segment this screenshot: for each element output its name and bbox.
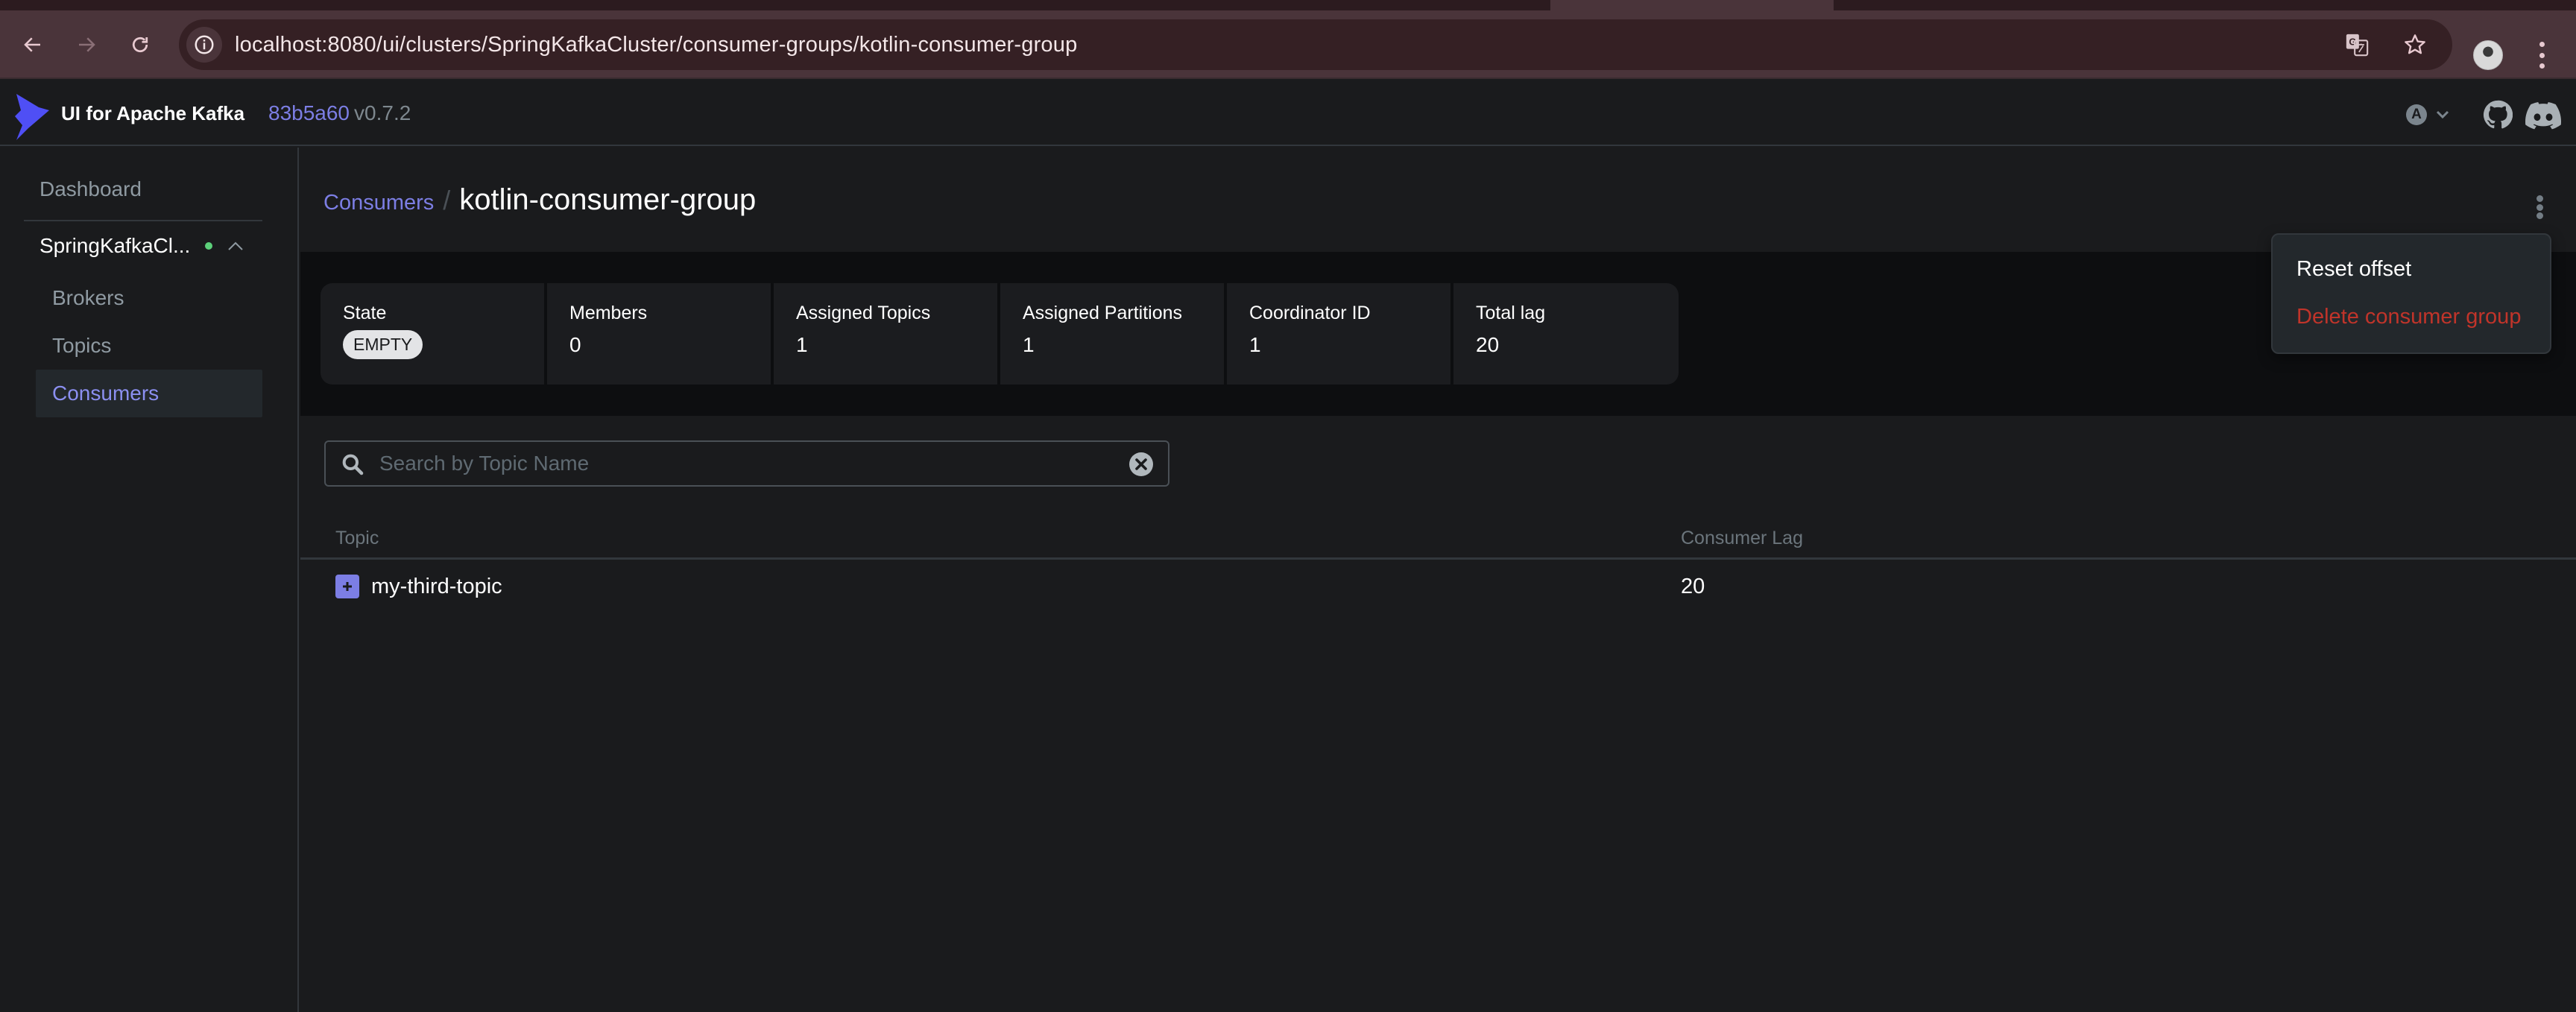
metric-value: 1 [1023,333,1035,356]
actions-dropdown-menu: Reset offset Delete consumer group [2271,233,2551,354]
metric-label: Members [569,303,648,323]
bookmark-star-icon [2405,34,2425,54]
metric-label: Coordinator ID [1249,303,1371,323]
metric-coordinator-id: Coordinator ID 1 [1227,283,1450,385]
reset-offset-menu-item[interactable]: Reset offset [2296,257,2411,282]
sidebar-item-brokers[interactable]: Brokers [36,274,262,322]
search-icon [342,454,364,475]
brand-title[interactable]: UI for Apache Kafka [61,80,244,146]
metric-value: 20 [1476,333,1500,356]
sidebar-item-consumers[interactable]: Consumers [36,370,262,417]
metric-value: 1 [1249,333,1261,356]
kebab-menu-icon [2536,195,2543,202]
search-input[interactable] [379,442,1095,485]
discord-icon[interactable] [2525,101,2561,130]
reload-button[interactable] [124,28,157,61]
profile-avatar[interactable] [2473,40,2503,70]
site-info-icon [195,35,214,54]
site-info-button[interactable] [186,27,222,63]
back-icon [24,37,40,52]
browser-menu-button[interactable] [2533,42,2551,69]
metric-members: Members 0 [547,283,771,385]
metric-state: State EMPTY [321,283,544,385]
address-bar[interactable]: localhost:8080/ui/clusters/SpringKafkaCl… [179,19,2452,70]
metric-assigned-topics: Assigned Topics 1 [774,283,997,385]
browser-active-tab[interactable] [1550,0,1834,10]
breadcrumb-consumers-link[interactable]: Consumers [323,191,434,215]
metric-label: Total lag [1476,303,1546,323]
breadcrumb: Consumers / kotlin-consumer-group [323,183,756,217]
reload-icon [132,37,148,53]
metric-value: 0 [569,333,581,356]
chevron-down-icon [2436,110,2449,119]
column-header-topic: Topic [335,528,379,548]
column-header-consumer-lag: Consumer Lag [1681,528,1803,548]
chevron-up-icon [228,241,244,250]
app-navbar: UI for Apache Kafka 83b5a60 v0.7.2 A [0,80,2576,146]
cluster-status-online-icon [205,242,213,250]
user-avatar-icon: A [2406,104,2427,125]
version-label: v0.7.2 [354,101,411,124]
actions-menu-button[interactable] [2532,192,2547,222]
metric-assigned-partitions: Assigned Partitions 1 [1000,283,1224,385]
metric-label: Assigned Partitions [1023,303,1183,323]
sidebar-cluster-toggle[interactable]: SpringKafkaCl... [40,231,244,261]
delete-consumer-group-menu-item[interactable]: Delete consumer group [2296,305,2521,329]
topic-name-cell: my-third-topic [371,575,502,598]
browser-toolbar: localhost:8080/ui/clusters/SpringKafkaCl… [0,10,2576,79]
metric-label: Assigned Topics [796,303,931,323]
kafka-ui-logo-icon[interactable] [13,94,51,140]
table-header: Topic Consumer Lag [300,522,2576,560]
back-button[interactable] [16,28,49,61]
bookmark-button[interactable] [2400,30,2430,60]
browser-menu-icon [2539,42,2545,47]
metric-total-lag: Total lag 20 [1453,283,1679,385]
version-info: 83b5a60 v0.7.2 [268,80,411,146]
breadcrumb-separator: / [443,185,451,215]
clear-search-button[interactable] [1129,452,1153,476]
url-text[interactable]: localhost:8080/ui/clusters/SpringKafkaCl… [235,19,1077,70]
metric-value: 1 [796,333,808,356]
sidebar-item-dashboard[interactable]: Dashboard [40,177,142,201]
status-badge: EMPTY [343,330,423,359]
close-icon [1135,458,1147,470]
commit-link[interactable]: 83b5a60 [268,101,350,124]
metric-label: State [343,303,387,323]
plus-icon [343,582,352,591]
page-header: Consumers / kotlin-consumer-group [300,148,2576,252]
sidebar-divider [24,220,262,221]
metrics-panel: State EMPTY Members 0 Assigned Topics 1 … [300,252,2576,416]
topic-search-field [324,440,1169,487]
translate-icon: G [2346,34,2369,57]
forward-button[interactable] [70,28,103,61]
consumer-lag-cell: 20 [1681,575,1705,598]
forward-icon [79,37,95,52]
user-menu[interactable]: A [2406,104,2449,125]
browser-tab-strip [0,0,2576,10]
cluster-name: SpringKafkaCl... [40,234,191,257]
github-icon[interactable] [2483,100,2513,130]
translate-button[interactable]: G [2342,30,2372,60]
sidebar-item-topics[interactable]: Topics [36,322,262,370]
sidebar: Dashboard SpringKafkaCl... Brokers Topic… [0,148,299,1012]
expand-row-button[interactable] [335,575,359,598]
page-title: kotlin-consumer-group [459,183,757,216]
table-row[interactable]: my-third-topic 20 [300,562,2576,614]
